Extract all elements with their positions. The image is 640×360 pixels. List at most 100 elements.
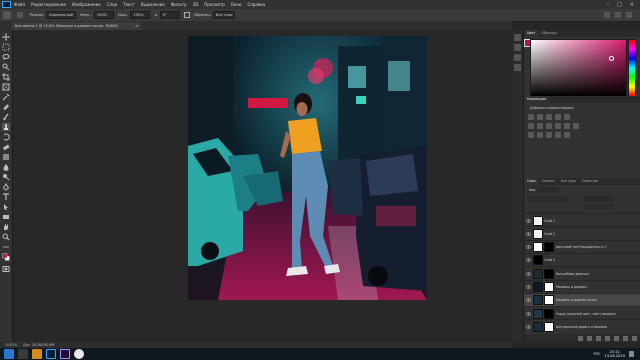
zoom-tool-icon[interactable]: [2, 233, 10, 241]
brush-settings-icon[interactable]: [514, 54, 521, 61]
search-icon[interactable]: [18, 349, 28, 359]
file-explorer-icon[interactable]: [32, 349, 42, 359]
color-lookup-icon[interactable]: [573, 123, 579, 129]
history-brush-tool-icon[interactable]: [2, 133, 10, 141]
menu-view[interactable]: Просмотр: [204, 0, 225, 9]
threshold-icon[interactable]: [546, 132, 552, 138]
layer-kind-filter[interactable]: Вид: [527, 187, 559, 193]
aligned-checkbox[interactable]: [183, 12, 190, 18]
mode-select[interactable]: Нормальный: [45, 11, 76, 19]
vibrance-icon[interactable]: [564, 114, 570, 120]
delete-layer-icon[interactable]: [632, 335, 637, 341]
eyedropper-tool-icon[interactable]: [2, 93, 10, 101]
blur-tool-icon[interactable]: [2, 163, 10, 171]
start-icon[interactable]: [4, 349, 14, 359]
invert-icon[interactable]: [528, 132, 534, 138]
gradient-tool-icon[interactable]: [2, 153, 10, 161]
layer-row[interactable]: Слой 2: [524, 226, 640, 240]
layer-mask-thumbnail[interactable]: [544, 308, 554, 319]
layer-row[interactable]: Центральная дорога и машины: [524, 319, 640, 333]
dodge-tool-icon[interactable]: [2, 173, 10, 181]
layer-style-icon[interactable]: [587, 335, 592, 341]
visibility-eye-icon[interactable]: [526, 258, 531, 262]
hue-slider[interactable]: [628, 39, 636, 97]
layer-mask-thumbnail[interactable]: [544, 268, 554, 279]
chrome-taskbar-icon[interactable]: [74, 349, 84, 359]
tab-swatches[interactable]: Образцы: [538, 30, 559, 37]
layer-thumbnail[interactable]: [533, 308, 543, 319]
share-icon[interactable]: [626, 12, 632, 18]
new-adjustment-icon[interactable]: [605, 335, 610, 341]
menu-select[interactable]: Выделение: [141, 0, 165, 9]
premiere-taskbar-icon[interactable]: [60, 349, 70, 359]
layer-row[interactable]: Цветовой тон/Насыщенность 1: [524, 239, 640, 254]
new-group-icon[interactable]: [614, 335, 619, 341]
notifications-icon[interactable]: [629, 351, 634, 357]
quick-mask-icon[interactable]: [2, 265, 10, 273]
frame-tool-icon[interactable]: [2, 83, 10, 91]
photoshop-taskbar-icon[interactable]: [46, 349, 56, 359]
menu-filter[interactable]: Фильтр: [171, 0, 187, 9]
crop-tool-icon[interactable]: [2, 73, 10, 81]
properties-panel-icon[interactable]: [514, 44, 521, 51]
gradient-map-icon[interactable]: [555, 132, 561, 138]
minimize-icon[interactable]: –: [607, 2, 610, 8]
color-picker-cursor[interactable]: [609, 56, 614, 61]
layer-opacity-field[interactable]: [584, 196, 614, 202]
brightness-contrast-icon[interactable]: [528, 114, 534, 120]
close-tab-icon[interactable]: ×: [135, 22, 138, 30]
tab-paths[interactable]: Контуры: [558, 178, 579, 185]
clone-stamp-tool-icon[interactable]: [2, 123, 10, 131]
rectangle-tool-icon[interactable]: [2, 213, 10, 221]
layer-thumbnail[interactable]: [533, 242, 543, 253]
clone-source-icon[interactable]: [514, 64, 521, 71]
levels-icon[interactable]: [537, 114, 543, 120]
layer-mask-thumbnail[interactable]: [544, 321, 554, 332]
brush-tool-icon[interactable]: [2, 113, 10, 121]
layer-fill-field[interactable]: [584, 204, 614, 210]
menu-text[interactable]: Текст: [123, 0, 135, 9]
zoom-readout[interactable]: 15,61%: [5, 343, 17, 347]
layer-row[interactable]: Машины и дорожн.: [524, 279, 640, 294]
menu-help[interactable]: Справка: [247, 0, 265, 9]
tab-properties[interactable]: Свойства: [579, 178, 601, 185]
layer-thumbnail[interactable]: [533, 282, 543, 292]
visibility-eye-icon[interactable]: [526, 285, 531, 289]
color-picker-field[interactable]: [530, 39, 627, 97]
history-panel-icon[interactable]: [514, 34, 521, 41]
exposure-icon[interactable]: [555, 114, 561, 120]
visibility-eye-icon[interactable]: [526, 232, 531, 236]
layer-mask-thumbnail[interactable]: [544, 242, 554, 253]
layer-mask-thumbnail[interactable]: [544, 295, 554, 306]
menu-window[interactable]: Окно: [231, 0, 242, 9]
new-layer-icon[interactable]: [623, 335, 628, 341]
adjustments-title[interactable]: Коррекция: [524, 96, 549, 103]
layer-thumbnail[interactable]: [533, 321, 543, 332]
move-tool-icon[interactable]: [2, 33, 10, 41]
eraser-tool-icon[interactable]: [2, 143, 10, 151]
menu-edit[interactable]: Редактирование: [31, 0, 66, 9]
layer-mask-thumbnail[interactable]: [544, 282, 554, 292]
more-tools-icon[interactable]: [2, 243, 10, 251]
layer-row[interactable]: Слой 3: [524, 252, 640, 267]
close-icon[interactable]: ×: [630, 2, 634, 8]
menu-file[interactable]: Файл: [14, 0, 25, 9]
visibility-eye-icon[interactable]: [526, 298, 531, 302]
posterize-icon[interactable]: [537, 132, 543, 138]
stamp-tool-preset-icon[interactable]: [3, 11, 11, 19]
menu-3d[interactable]: 3D: [193, 0, 199, 9]
pen-tool-icon[interactable]: [2, 183, 10, 191]
lasso-tool-icon[interactable]: [2, 53, 10, 61]
black-white-icon[interactable]: [546, 123, 552, 129]
layer-thumbnail[interactable]: [533, 255, 543, 266]
visibility-eye-icon[interactable]: [526, 325, 531, 329]
opacity-field[interactable]: 100%: [93, 11, 114, 19]
search-icon[interactable]: [604, 12, 610, 18]
layer-thumbnail[interactable]: [533, 215, 543, 226]
clock[interactable]: 20:21 13.06.2020: [604, 350, 625, 359]
flow-field[interactable]: 100%: [130, 11, 151, 19]
link-layers-icon[interactable]: [578, 335, 583, 341]
healing-brush-tool-icon[interactable]: [2, 103, 10, 111]
color-balance-icon[interactable]: [537, 123, 543, 129]
curves-icon[interactable]: [546, 114, 552, 120]
